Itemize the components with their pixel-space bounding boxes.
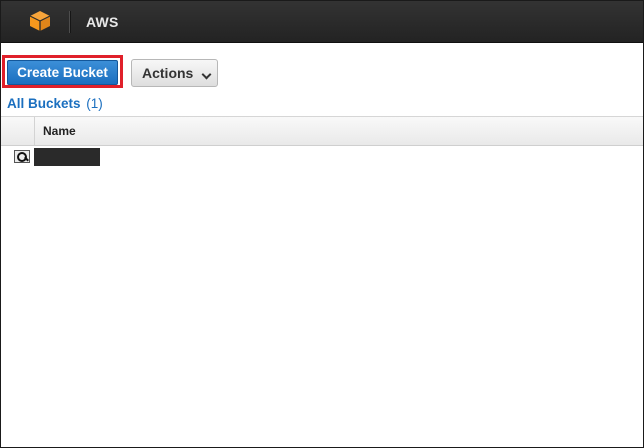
aws-menu-link[interactable]: AWS xyxy=(86,14,119,30)
all-buckets-heading: All Buckets (1) xyxy=(7,96,103,111)
table-row[interactable] xyxy=(1,146,643,168)
nav-divider xyxy=(69,11,71,33)
app-window: AWS Create Bucket Actions All Buckets (1… xyxy=(0,0,644,448)
create-bucket-button[interactable]: Create Bucket xyxy=(7,60,118,85)
top-navigation-bar: AWS xyxy=(1,1,643,43)
actions-label: Actions xyxy=(142,65,194,81)
magnifier-icon[interactable] xyxy=(14,150,30,163)
aws-cube-icon[interactable] xyxy=(29,10,51,32)
buckets-table-header: Name xyxy=(1,116,643,146)
actions-dropdown-button[interactable]: Actions xyxy=(131,59,218,87)
column-divider xyxy=(34,117,35,145)
name-column-header[interactable]: Name xyxy=(43,124,76,138)
bucket-name-redacted[interactable] xyxy=(34,148,100,166)
bucket-count: (1) xyxy=(86,96,103,111)
chevron-down-icon xyxy=(201,69,212,80)
all-buckets-label: All Buckets xyxy=(7,96,81,111)
